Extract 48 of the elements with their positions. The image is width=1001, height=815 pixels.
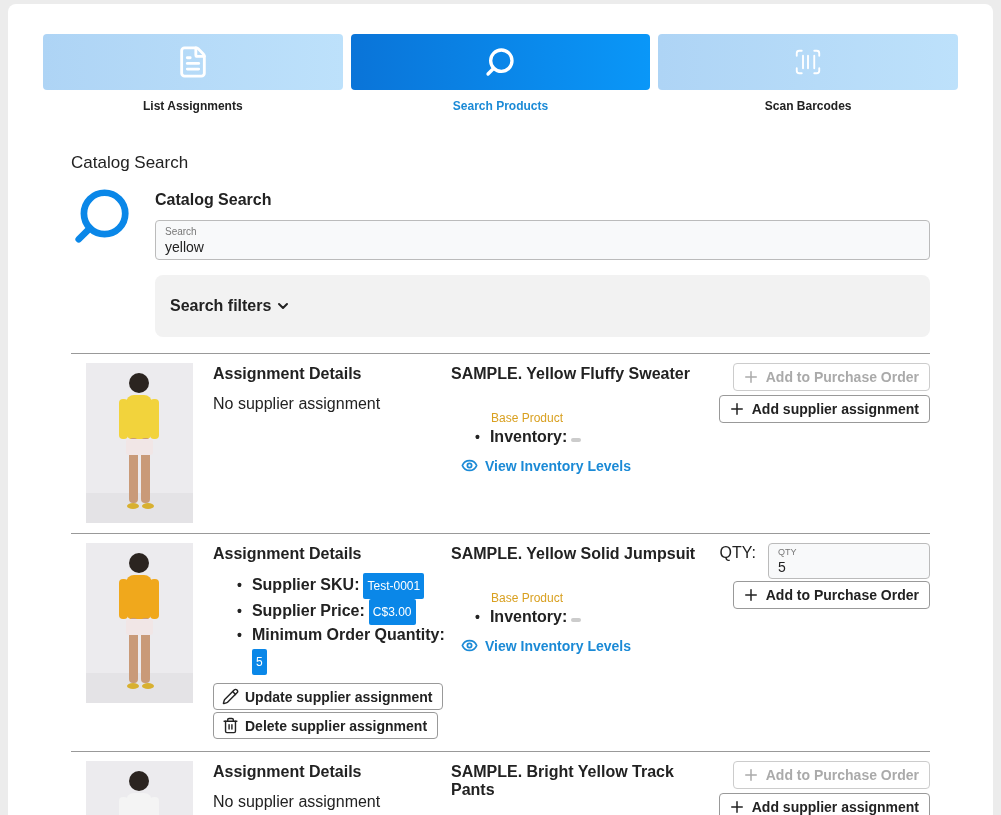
value-tag: Test-0001 bbox=[363, 573, 425, 599]
bullet: • bbox=[237, 626, 242, 645]
field-label: QTY bbox=[778, 547, 797, 557]
loading-bar bbox=[571, 438, 582, 442]
base-product-label: Base Product bbox=[491, 411, 564, 425]
search-icon bbox=[484, 46, 517, 78]
eye-icon bbox=[461, 637, 478, 654]
assignment-heading: Assignment Details bbox=[213, 763, 362, 781]
no-assignment-text: No supplier assignment bbox=[213, 395, 381, 413]
tab[interactable] bbox=[350, 34, 651, 90]
field-label: Supplier SKU: bbox=[251, 575, 360, 595]
bullet: • bbox=[475, 608, 480, 627]
assignment-heading: Assignment Details bbox=[213, 545, 362, 563]
assignment-heading: Assignment Details bbox=[213, 365, 362, 383]
inventory-label: Inventory: bbox=[489, 607, 568, 627]
eye-icon bbox=[461, 457, 478, 474]
pencil-icon bbox=[222, 688, 239, 705]
action-button[interactable]: Add supplier assignment bbox=[718, 793, 930, 815]
action-button[interactable]: Add supplier assignment bbox=[718, 395, 930, 423]
filters-toggle[interactable]: Search filters bbox=[170, 297, 292, 315]
inventory-label: Inventory: bbox=[489, 427, 568, 447]
assignment-button[interactable]: Delete supplier assignment bbox=[213, 712, 439, 739]
action-button[interactable]: Add to Purchase Order bbox=[732, 581, 930, 609]
bullet: • bbox=[237, 602, 242, 621]
product-name: SAMPLE. Bright Yellow Track Pants bbox=[451, 763, 675, 799]
trash-icon bbox=[222, 717, 239, 734]
search-heading: Catalog Search bbox=[155, 191, 273, 209]
base-product-label: Base Product bbox=[491, 591, 564, 605]
field-label: Search bbox=[165, 226, 197, 237]
bullet: • bbox=[237, 576, 242, 595]
section-title: Catalog Search bbox=[71, 153, 190, 173]
tab[interactable] bbox=[43, 34, 343, 90]
inventory-link[interactable]: View Inventory Levels bbox=[461, 637, 632, 654]
field-label: Minimum Order Quantity: bbox=[251, 625, 445, 645]
loading-bar bbox=[571, 618, 582, 622]
no-assignment-text: No supplier assignment bbox=[213, 793, 381, 811]
field-label: Supplier Price: bbox=[251, 601, 365, 621]
inventory-link[interactable]: View Inventory Levels bbox=[461, 457, 632, 474]
tab-label[interactable]: List Assignments bbox=[143, 99, 243, 113]
assignment-button[interactable]: Update supplier assignment bbox=[213, 683, 444, 710]
value-tag: C$3.00 bbox=[368, 599, 416, 625]
qty-label: QTY: bbox=[719, 544, 756, 562]
value-tag: 5 bbox=[251, 649, 267, 675]
bullet: • bbox=[475, 428, 480, 447]
product-name: SAMPLE. Yellow Solid Jumpsuit bbox=[451, 545, 696, 563]
product-name: SAMPLE. Yellow Fluffy Sweater bbox=[451, 365, 690, 383]
tab-label[interactable]: Scan Barcodes bbox=[764, 99, 852, 113]
tab-label[interactable]: Search Products bbox=[452, 99, 549, 113]
